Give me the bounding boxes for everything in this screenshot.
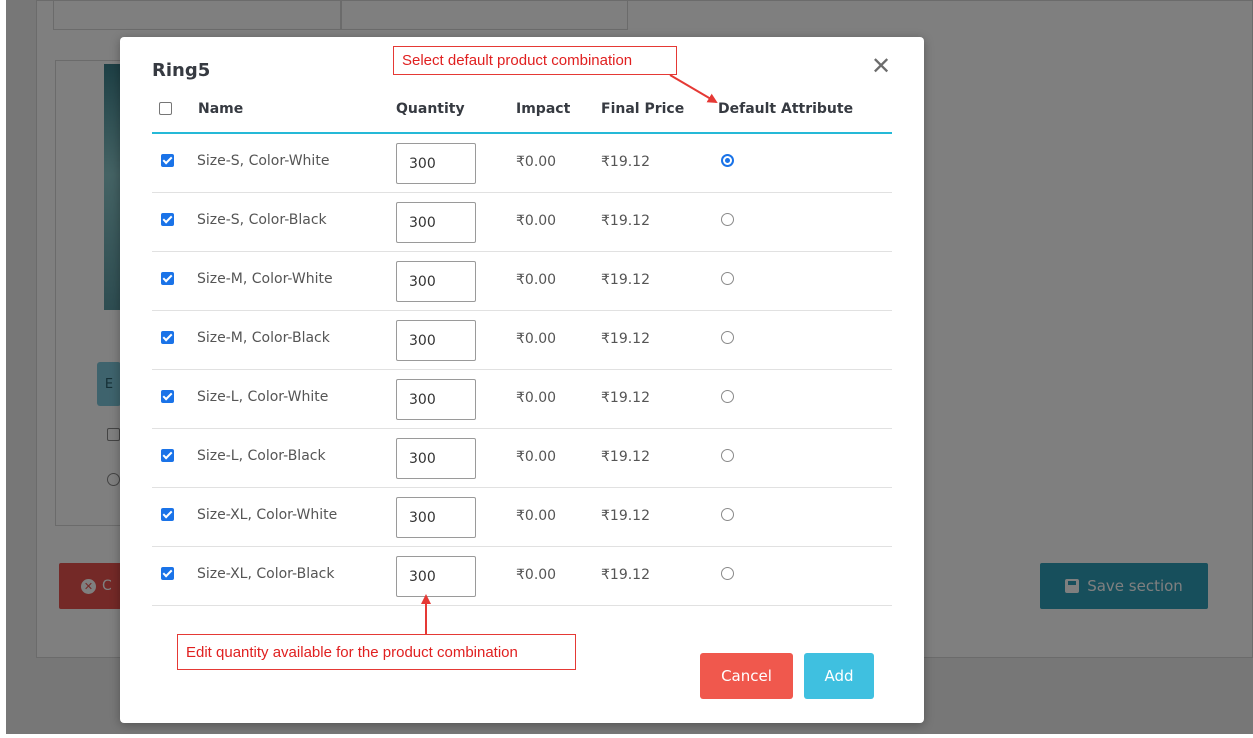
combinations-modal: Ring5 ✕ Name Quantity Impact Final Price…	[120, 37, 924, 723]
quantity-input[interactable]	[396, 143, 476, 184]
quantity-input[interactable]	[396, 556, 476, 597]
impact-value: ₹0.00	[516, 390, 557, 406]
impact-value: ₹0.00	[516, 449, 557, 465]
modal-title: Ring5	[152, 60, 211, 81]
quantity-input[interactable]	[396, 202, 476, 243]
row-checkbox[interactable]	[161, 154, 174, 167]
header-final-price: Final Price	[601, 101, 685, 117]
table-header: Name Quantity Impact Final Price Default…	[152, 89, 892, 134]
default-attribute-radio[interactable]	[721, 272, 734, 285]
header-name: Name	[198, 101, 244, 117]
table-row: Size-M, Color-Black ₹0.00 ₹19.12	[152, 311, 892, 370]
table-row: Size-XL, Color-White ₹0.00 ₹19.12	[152, 488, 892, 547]
default-attribute-radio[interactable]	[721, 508, 734, 521]
final-price-value: ₹19.12	[601, 213, 650, 229]
default-attribute-radio[interactable]	[721, 567, 734, 580]
quantity-input[interactable]	[396, 320, 476, 361]
row-checkbox[interactable]	[161, 449, 174, 462]
row-checkbox[interactable]	[161, 567, 174, 580]
combination-name: Size-L, Color-Black	[197, 448, 326, 464]
page-edge	[0, 734, 1253, 738]
close-icon[interactable]: ✕	[868, 53, 894, 79]
default-attribute-radio[interactable]	[721, 213, 734, 226]
row-checkbox[interactable]	[161, 331, 174, 344]
impact-value: ₹0.00	[516, 508, 557, 524]
table-row: Size-M, Color-White ₹0.00 ₹19.12	[152, 252, 892, 311]
select-all-checkbox[interactable]	[159, 102, 172, 115]
annotation-edit-quantity: Edit quantity available for the product …	[177, 634, 576, 670]
table-row: Size-S, Color-White ₹0.00 ₹19.12	[152, 134, 892, 193]
impact-value: ₹0.00	[516, 213, 557, 229]
table-body: Size-S, Color-White₹0.00₹19.12Size-S, Co…	[152, 134, 892, 606]
row-checkbox[interactable]	[161, 390, 174, 403]
impact-value: ₹0.00	[516, 567, 557, 583]
header-impact: Impact	[516, 101, 571, 117]
header-quantity: Quantity	[396, 101, 465, 117]
quantity-input[interactable]	[396, 497, 476, 538]
header-default-attribute: Default Attribute	[718, 101, 854, 117]
table-row: Size-XL, Color-Black ₹0.00 ₹19.12	[152, 547, 892, 606]
default-attribute-radio[interactable]	[721, 331, 734, 344]
impact-value: ₹0.00	[516, 331, 557, 347]
default-attribute-radio[interactable]	[721, 154, 734, 167]
row-checkbox[interactable]	[161, 508, 174, 521]
combination-name: Size-S, Color-White	[197, 153, 330, 169]
combination-name: Size-M, Color-White	[197, 271, 333, 287]
row-checkbox[interactable]	[161, 272, 174, 285]
impact-value: ₹0.00	[516, 272, 557, 288]
default-attribute-radio[interactable]	[721, 449, 734, 462]
table-row: Size-S, Color-Black ₹0.00 ₹19.12	[152, 193, 892, 252]
combination-name: Size-M, Color-Black	[197, 330, 330, 346]
page-edge	[0, 0, 6, 738]
quantity-input[interactable]	[396, 261, 476, 302]
combination-name: Size-S, Color-Black	[197, 212, 327, 228]
default-attribute-radio[interactable]	[721, 390, 734, 403]
annotation-default-combination: Select default product combination	[393, 46, 677, 75]
table-row: Size-L, Color-Black ₹0.00 ₹19.12	[152, 429, 892, 488]
final-price-value: ₹19.12	[601, 567, 650, 583]
final-price-value: ₹19.12	[601, 508, 650, 524]
combination-name: Size-XL, Color-White	[197, 507, 338, 523]
impact-value: ₹0.00	[516, 154, 557, 170]
row-checkbox[interactable]	[161, 213, 174, 226]
final-price-value: ₹19.12	[601, 154, 650, 170]
combinations-table: Name Quantity Impact Final Price Default…	[152, 89, 892, 606]
final-price-value: ₹19.12	[601, 272, 650, 288]
quantity-input[interactable]	[396, 379, 476, 420]
final-price-value: ₹19.12	[601, 331, 650, 347]
add-button[interactable]: Add	[804, 653, 874, 699]
final-price-value: ₹19.12	[601, 449, 650, 465]
cancel-button[interactable]: Cancel	[700, 653, 793, 699]
quantity-input[interactable]	[396, 438, 476, 479]
combination-name: Size-L, Color-White	[197, 389, 329, 405]
combination-name: Size-XL, Color-Black	[197, 566, 335, 582]
final-price-value: ₹19.12	[601, 390, 650, 406]
table-row: Size-L, Color-White ₹0.00 ₹19.12	[152, 370, 892, 429]
